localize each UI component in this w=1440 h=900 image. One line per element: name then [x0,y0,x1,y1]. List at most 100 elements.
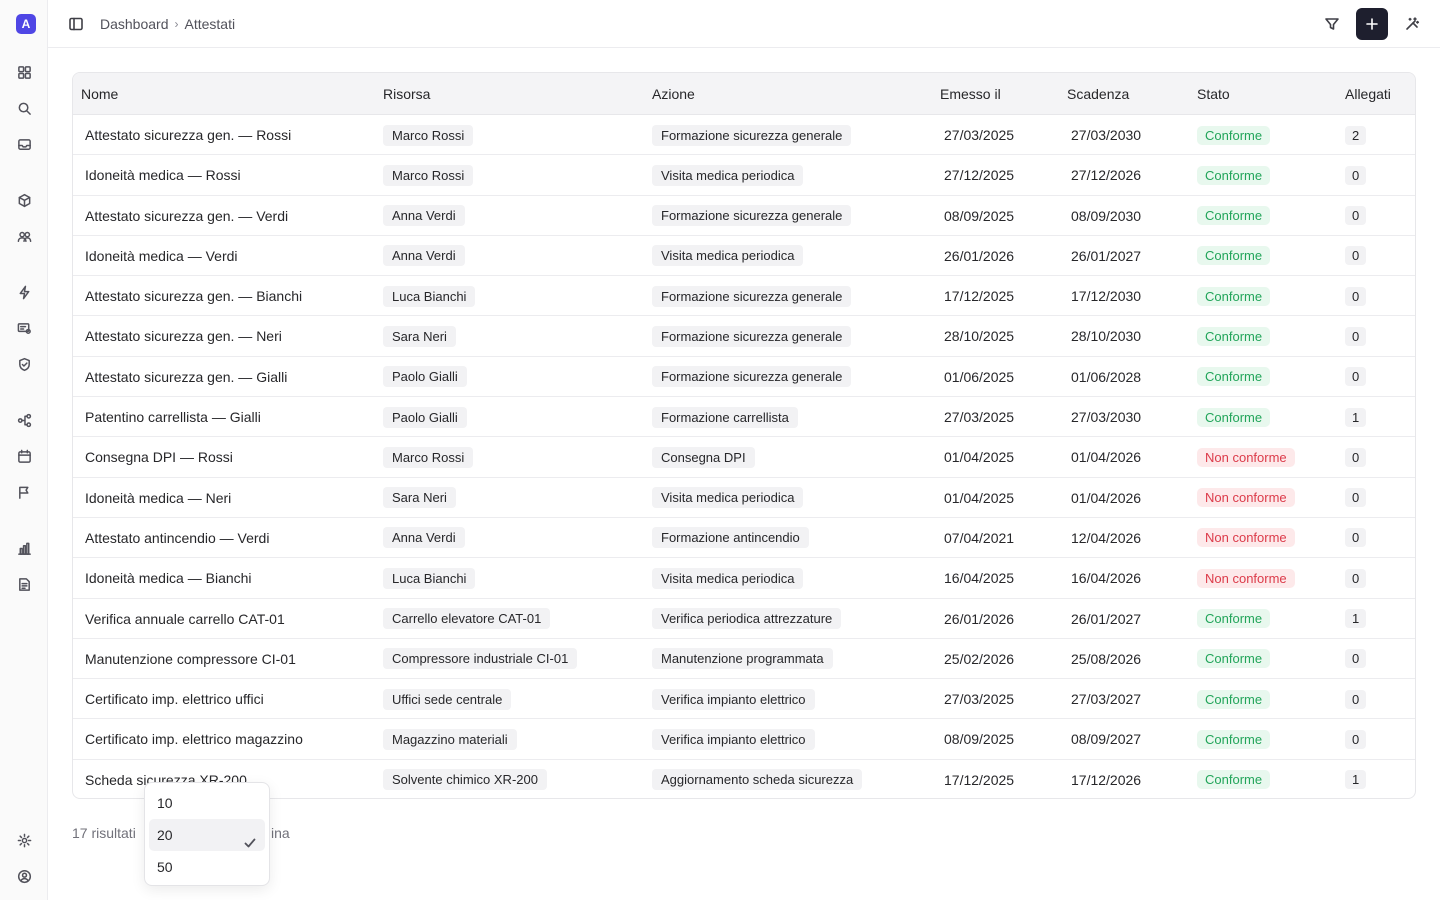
magic-wand-button[interactable] [1396,8,1428,40]
calendar-icon[interactable] [14,446,34,466]
table-row[interactable]: Idoneità medica — Neri Sara Neri Visita me… [73,478,1415,518]
risorsa-chip[interactable]: Sara Neri [383,325,456,347]
cell-azione: Manutenzione programmata [652,639,833,679]
settings-icon[interactable] [14,830,34,850]
risorsa-chip[interactable]: Anna Verdi [383,527,465,549]
risorsa-chip[interactable]: Marco Rossi [383,446,474,468]
add-button[interactable] [1356,8,1388,40]
table-row[interactable]: Attestato sicurezza gen. — Bianchi Luca B… [73,276,1415,317]
risorsa-chip[interactable]: Paolo Gialli [383,366,467,388]
magic-wand-icon [1406,17,1420,30]
azione-chip[interactable]: Formazione sicurezza generale [652,366,852,388]
breadcrumb-dashboard[interactable]: Dashboard [100,16,169,32]
column-header-emesso[interactable]: Emesso il [940,73,1001,115]
status-badge: Conforme [1197,326,1271,346]
column-header-stato[interactable]: Stato [1197,73,1230,115]
table-row[interactable]: Idoneità medica — Rossi Marco Rossi Visita… [73,155,1415,196]
column-header-allegati[interactable]: Allegati [1345,73,1391,115]
flag-icon[interactable] [14,482,34,502]
table-row[interactable]: Verifica annuale carrello CAT-01 Carrello… [73,599,1415,639]
azione-chip[interactable]: Verifica impianto elettrico [652,728,815,750]
report-icon[interactable] [14,574,34,594]
workflow-icon[interactable] [14,410,34,430]
azione-chip[interactable]: Formazione antincendio [652,527,809,549]
scadenza-date: 27/03/2030 [1071,409,1142,426]
azione-chip[interactable]: Visita medica periodica [652,245,804,267]
table-row[interactable]: Attestato sicurezza gen. — Rossi Marco Ro… [73,115,1415,156]
status-badge: Non conforme [1197,528,1295,548]
risorsa-chip[interactable]: Carrello elevatore CAT-01 [383,608,551,630]
filter-button[interactable] [1316,8,1348,40]
emesso-date: 17/12/2025 [944,771,1015,788]
risorsa-chip[interactable]: Marco Rossi [383,124,474,146]
risorsa-chip[interactable]: Sara Neri [383,487,456,509]
page-size-option[interactable]: 10 [149,787,265,819]
users-icon[interactable] [14,226,34,246]
risorsa-chip[interactable]: Magazzino materiali [383,728,517,750]
emesso-date: 07/04/2021 [944,529,1015,546]
azione-chip[interactable]: Visita medica periodica [652,567,804,589]
table-row[interactable]: Attestato sicurezza gen. — Verdi Anna Ver… [73,196,1415,236]
azione-chip[interactable]: Formazione carrellista [652,406,798,428]
page-size-option[interactable]: 50 [149,851,265,883]
allegati-count-badge: 0 [1345,206,1367,226]
risorsa-chip[interactable]: Luca Bianchi [383,567,476,589]
allegati-count-badge: 0 [1345,246,1367,266]
cell-azione: Formazione sicurezza generale [652,357,852,397]
column-header-scadenza[interactable]: Scadenza [1067,73,1129,115]
risorsa-chip[interactable]: Anna Verdi [383,205,465,227]
table-row[interactable]: Manutenzione compressore CI-01 Compressor… [73,639,1415,680]
scadenza-date: 01/06/2028 [1071,368,1142,385]
table-row[interactable]: Idoneità medica — Verdi Anna Verdi Visita … [73,236,1415,277]
risorsa-chip[interactable]: Uffici sede centrale [383,688,512,710]
azione-chip[interactable]: Manutenzione programmata [652,648,833,670]
azione-chip[interactable]: Visita medica periodica [652,164,804,186]
azione-chip[interactable]: Verifica impianto elettrico [652,688,815,710]
risorsa-chip[interactable]: Marco Rossi [383,164,474,186]
azione-chip[interactable]: Verifica periodica attrezzature [652,608,842,630]
page-size-option-selected[interactable]: 20 [149,819,265,851]
risorsa-chip[interactable]: Paolo Gialli [383,406,467,428]
risorsa-chip[interactable]: Compressore industriale CI-01 [383,648,578,670]
grid-icon[interactable] [14,62,34,82]
inbox-icon[interactable] [14,134,34,154]
cell-allegati: 0 [1345,719,1367,759]
azione-chip[interactable]: Aggiornamento scheda sicurezza [652,769,863,791]
cell-risorsa: Sara Neri [383,478,456,518]
table-row[interactable]: Certificato imp. elettrico magazzino Maga… [73,719,1415,760]
cell-risorsa: Magazzino materiali [383,719,517,759]
table-row[interactable]: Attestato antincendio — Verdi Anna Verdi F… [73,518,1415,559]
table-row[interactable]: Consegna DPI — Rossi Marco Rossi Consegna … [73,437,1415,478]
risorsa-chip[interactable]: Solvente chimico XR-200 [383,769,547,791]
search-icon[interactable] [14,98,34,118]
app-logo[interactable]: A [16,14,36,34]
azione-chip[interactable]: Formazione sicurezza generale [652,205,852,227]
column-header-risorsa[interactable]: Risorsa [383,73,430,115]
filter-icon [1325,18,1339,30]
risorsa-chip[interactable]: Anna Verdi [383,245,465,267]
table-row[interactable]: Attestato sicurezza gen. — Neri Sara Neri… [73,316,1415,357]
azione-chip[interactable]: Visita medica periodica [652,487,804,509]
sidebar-toggle-icon[interactable] [66,14,86,34]
table-row[interactable]: Idoneità medica — Bianchi Luca Bianchi Vis… [73,558,1415,599]
azione-chip[interactable]: Consegna DPI [652,446,755,468]
table-row[interactable]: Certificato imp. elettrico uffici Uffici … [73,679,1415,720]
table-row[interactable]: Attestato sicurezza gen. — Gialli Paolo G… [73,357,1415,398]
bolt-icon[interactable] [14,282,34,302]
chart-icon[interactable] [14,538,34,558]
azione-chip[interactable]: Formazione sicurezza generale [652,124,852,146]
risorsa-chip[interactable]: Luca Bianchi [383,285,476,307]
emesso-date: 26/01/2026 [944,247,1015,264]
box-icon[interactable] [14,190,34,210]
cell-azione: Visita medica periodica [652,478,804,518]
azione-chip[interactable]: Formazione sicurezza generale [652,325,852,347]
column-header-nome[interactable]: Nome [81,73,118,115]
column-header-azione[interactable]: Azione [652,73,695,115]
user-account-icon[interactable] [14,866,34,886]
table-row[interactable]: Patentino carrellista — Gialli Paolo Gial… [73,397,1415,438]
shield-icon[interactable] [14,354,34,374]
azione-chip[interactable]: Formazione sicurezza generale [652,285,852,307]
certificate-icon[interactable] [14,318,34,338]
cell-scadenza: 27/03/2027 [1071,679,1141,719]
table-row[interactable]: Scheda sicurezza XR-200 Solvente chimico … [73,760,1415,798]
